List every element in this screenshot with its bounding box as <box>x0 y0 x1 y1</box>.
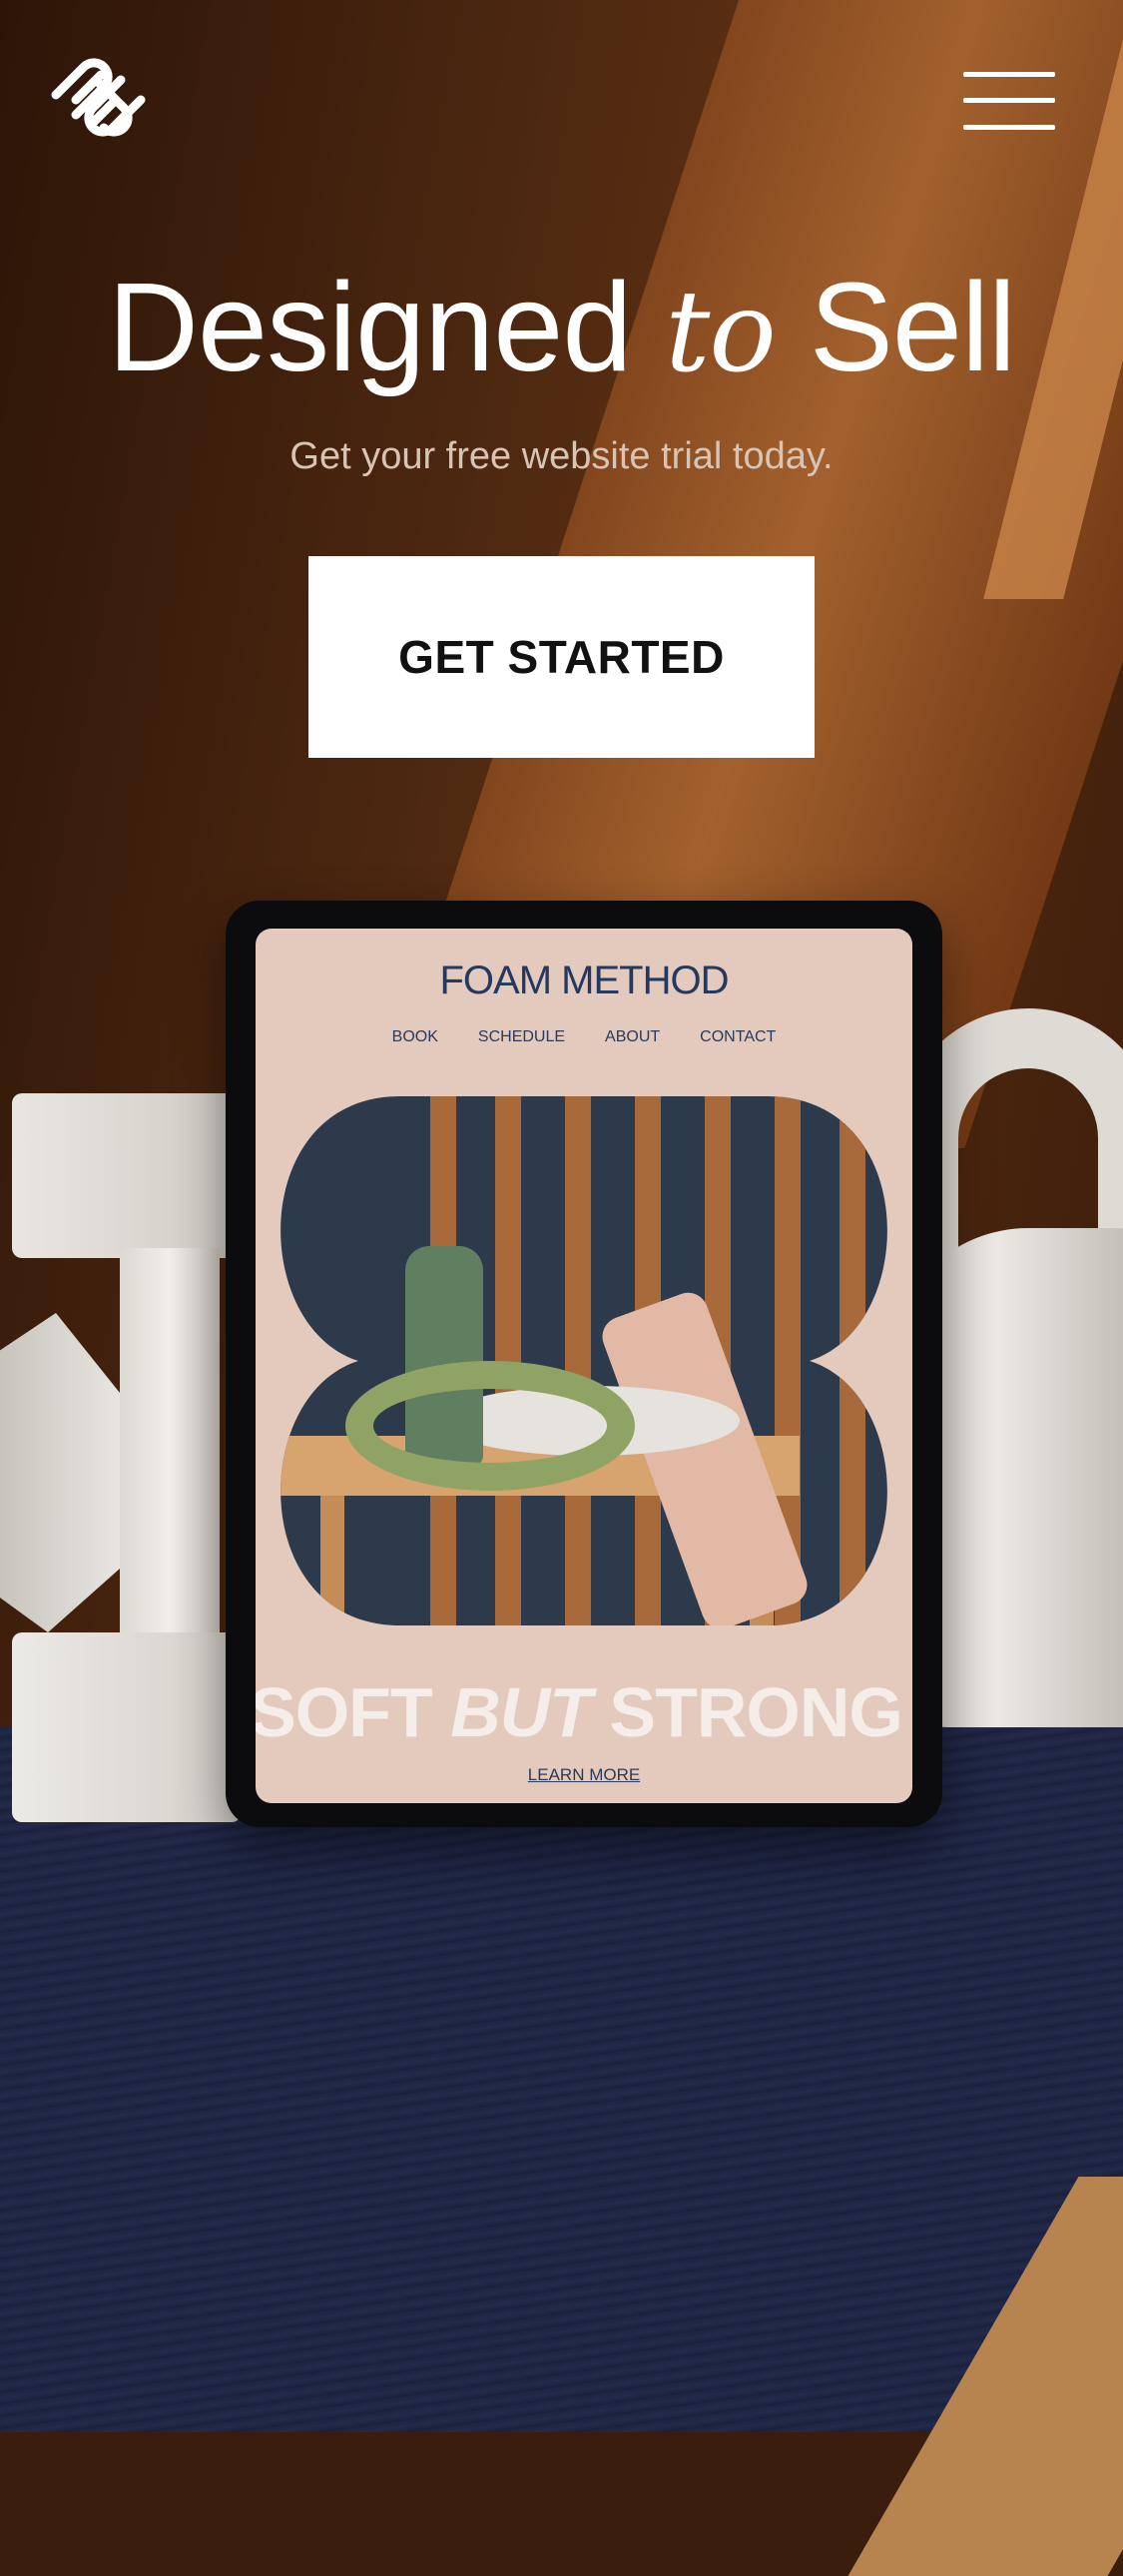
dumbbell-bar <box>120 1248 220 1657</box>
tablet-screen: FOAM METHOD BOOK SCHEDULE ABOUT CONTACT … <box>256 929 912 1803</box>
site-title: FOAM METHOD <box>439 959 730 1002</box>
site-nav-about[interactable]: ABOUT <box>605 1028 660 1046</box>
site-nav-contact[interactable]: CONTACT <box>700 1028 776 1046</box>
hero-title-part1: Designed <box>108 257 666 397</box>
hero-subtitle: Get your free website trial today. <box>289 435 834 477</box>
site-hero-photo <box>281 1096 887 1625</box>
site-tagline-part1: SOFT <box>256 1673 451 1751</box>
get-started-button[interactable]: GET STARTED <box>308 556 815 758</box>
site-tagline-part2: STRONG <box>590 1673 902 1751</box>
squarespace-logo-icon[interactable] <box>46 50 151 145</box>
site-tagline-italic: BUT <box>450 1673 592 1751</box>
site-nav: BOOK SCHEDULE ABOUT CONTACT <box>256 1028 912 1046</box>
background-yoga-mat <box>0 1727 1123 2432</box>
site-nav-schedule[interactable]: SCHEDULE <box>478 1028 565 1046</box>
learn-more-link[interactable]: LEARN MORE <box>256 1765 912 1785</box>
dumbbell-bottom-weight <box>12 1632 242 1822</box>
hero-title-part2: Sell <box>775 257 1016 397</box>
site-nav-book[interactable]: BOOK <box>392 1028 438 1046</box>
hero-title-italic: to <box>665 268 776 397</box>
hero-title: Designed to Sell <box>0 258 1123 402</box>
hamburger-menu-icon[interactable] <box>963 72 1055 130</box>
site-tagline: SOFT BUT STRONG <box>256 1672 912 1752</box>
dumbbell-top-weight <box>12 1093 242 1258</box>
